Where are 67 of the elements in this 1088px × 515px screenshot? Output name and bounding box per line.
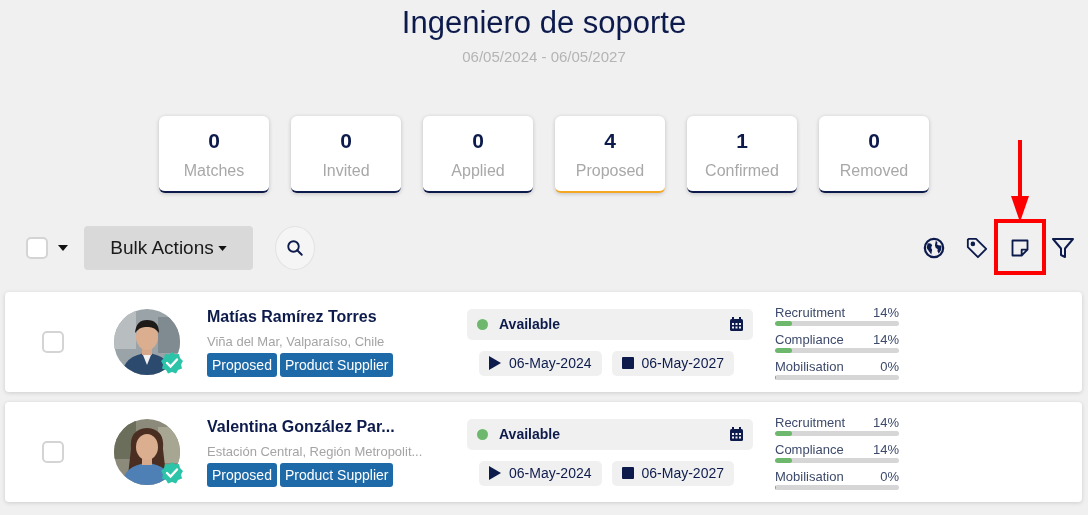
progress-label: Mobilisation — [775, 468, 844, 484]
globe-button[interactable] — [921, 235, 947, 261]
progress-reading: 0% — [880, 468, 899, 484]
candidate-location: Estación Central, Región Metropolit... — [207, 443, 424, 459]
stat-label: Removed — [839, 162, 909, 180]
progress-reading: 14% — [872, 441, 899, 457]
stat-label: Matches — [183, 162, 245, 180]
candidate-name[interactable]: Matías Ramírez Torres — [207, 307, 457, 326]
caret-icon — [217, 245, 227, 251]
status-tag: Proposed — [207, 352, 277, 377]
select-all-checkbox[interactable] — [26, 237, 48, 259]
availability-status: Available — [499, 426, 561, 442]
stat-count: 4 — [604, 129, 616, 153]
date-range: 06/05/2024 - 06/05/2027 — [462, 48, 626, 65]
candidate-name[interactable]: Valentina González Par... — [207, 417, 457, 436]
tag-button[interactable] — [964, 235, 990, 261]
progress-reading: 14% — [872, 331, 899, 347]
note-icon — [1010, 238, 1030, 258]
stat-label: Invited — [322, 162, 370, 180]
end-date: 06-May-2027 — [641, 355, 724, 371]
progress-label: Recruitment — [775, 414, 846, 430]
stat-label: Applied — [451, 162, 505, 180]
stat-count: 1 — [736, 129, 748, 153]
progress-label: Compliance — [775, 441, 844, 457]
stop-icon — [621, 357, 634, 369]
globe-icon — [923, 237, 945, 259]
bulk-actions-button[interactable]: Bulk Actions — [84, 226, 253, 270]
progress-label: Recruitment — [775, 304, 846, 320]
play-icon — [489, 356, 501, 370]
stat-card[interactable]: 0 Matches — [159, 116, 269, 193]
search-icon — [286, 239, 304, 257]
play-icon — [489, 466, 501, 480]
calendar-icon[interactable] — [730, 427, 743, 441]
status-tag: Product Supplier — [279, 352, 394, 377]
stat-card[interactable]: 0 Removed — [819, 116, 929, 193]
stat-card[interactable]: 0 Invited — [291, 116, 401, 193]
filter-icon — [1051, 236, 1075, 260]
stat-label: Confirmed — [705, 162, 779, 180]
stat-count: 0 — [868, 129, 880, 153]
stat-card[interactable]: 0 Applied — [423, 116, 533, 193]
tag-icon — [966, 237, 988, 259]
availability-status: Available — [499, 316, 561, 332]
start-date: 06-May-2024 — [509, 355, 592, 371]
progress-reading: 0% — [880, 358, 899, 374]
status-tag: Proposed — [207, 462, 277, 487]
progress-reading: 14% — [872, 304, 899, 320]
row-checkbox[interactable] — [42, 331, 64, 353]
stop-icon — [621, 467, 634, 479]
status-tag: Product Supplier — [279, 462, 394, 487]
page-title: Ingeniero de soporte — [401, 5, 687, 41]
progress-label: Compliance — [775, 331, 844, 347]
stat-count: 0 — [472, 129, 484, 153]
search-button[interactable] — [275, 226, 315, 270]
end-date: 06-May-2027 — [641, 465, 724, 481]
candidate-location: Viña del Mar, Valparaíso, Chile — [207, 333, 386, 349]
progress-reading: 14% — [872, 414, 899, 430]
start-date: 06-May-2024 — [509, 465, 592, 481]
stat-count: 0 — [208, 129, 220, 153]
stat-label: Proposed — [575, 162, 645, 180]
row-checkbox[interactable] — [42, 441, 64, 463]
stat-count: 0 — [340, 129, 352, 153]
progress-label: Mobilisation — [775, 358, 844, 374]
filter-button[interactable] — [1050, 235, 1076, 261]
stat-card[interactable]: 1 Confirmed — [687, 116, 797, 193]
caret-icon — [58, 245, 68, 251]
stat-card[interactable]: 4 Proposed — [555, 116, 665, 193]
calendar-icon[interactable] — [730, 317, 743, 331]
